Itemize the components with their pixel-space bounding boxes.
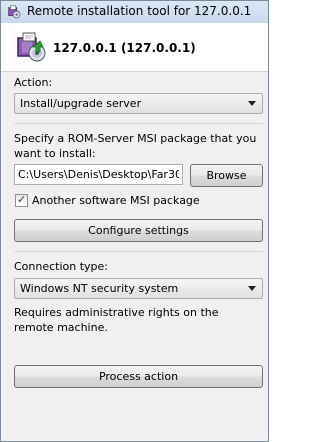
connection-type-select[interactable]: Windows NT security system — [14, 278, 263, 299]
divider — [14, 251, 263, 252]
divider — [14, 123, 263, 124]
connection-note: Requires administrative rights on the re… — [14, 306, 219, 334]
action-select[interactable]: Install/upgrade server — [14, 93, 263, 114]
browse-button[interactable]: Browse — [190, 164, 263, 187]
connection-type-value: Windows NT security system — [20, 282, 179, 295]
title-bar[interactable]: Remote installation tool for 127.0.0.1 — [1, 1, 268, 24]
chevron-down-icon — [248, 101, 256, 106]
remote-install-window: Remote installation tool for 127.0.0.1 1… — [0, 0, 269, 442]
installer-icon — [17, 32, 46, 62]
process-action-button[interactable]: Process action — [14, 365, 263, 388]
package-prompt: Specify a ROM-Server MSI package that yo… — [14, 132, 257, 160]
checkmark-icon: ✓ — [17, 193, 27, 206]
msi-path-input[interactable] — [15, 165, 182, 184]
header-panel: 127.0.0.1 (127.0.0.1) — [1, 23, 268, 72]
installer-icon — [8, 5, 21, 19]
msi-path-field[interactable] — [14, 164, 183, 185]
header-title: 127.0.0.1 (127.0.0.1) — [53, 41, 196, 55]
configure-settings-button[interactable]: Configure settings — [14, 219, 263, 242]
another-msi-checkbox[interactable]: ✓ — [15, 193, 28, 207]
action-label: Action: — [14, 76, 53, 89]
connection-type-label: Connection type: — [14, 260, 109, 273]
action-select-value: Install/upgrade server — [20, 97, 142, 110]
window-title: Remote installation tool for 127.0.0.1 — [27, 4, 252, 18]
another-msi-label[interactable]: Another software MSI package — [32, 193, 200, 208]
chevron-down-icon — [248, 286, 256, 291]
